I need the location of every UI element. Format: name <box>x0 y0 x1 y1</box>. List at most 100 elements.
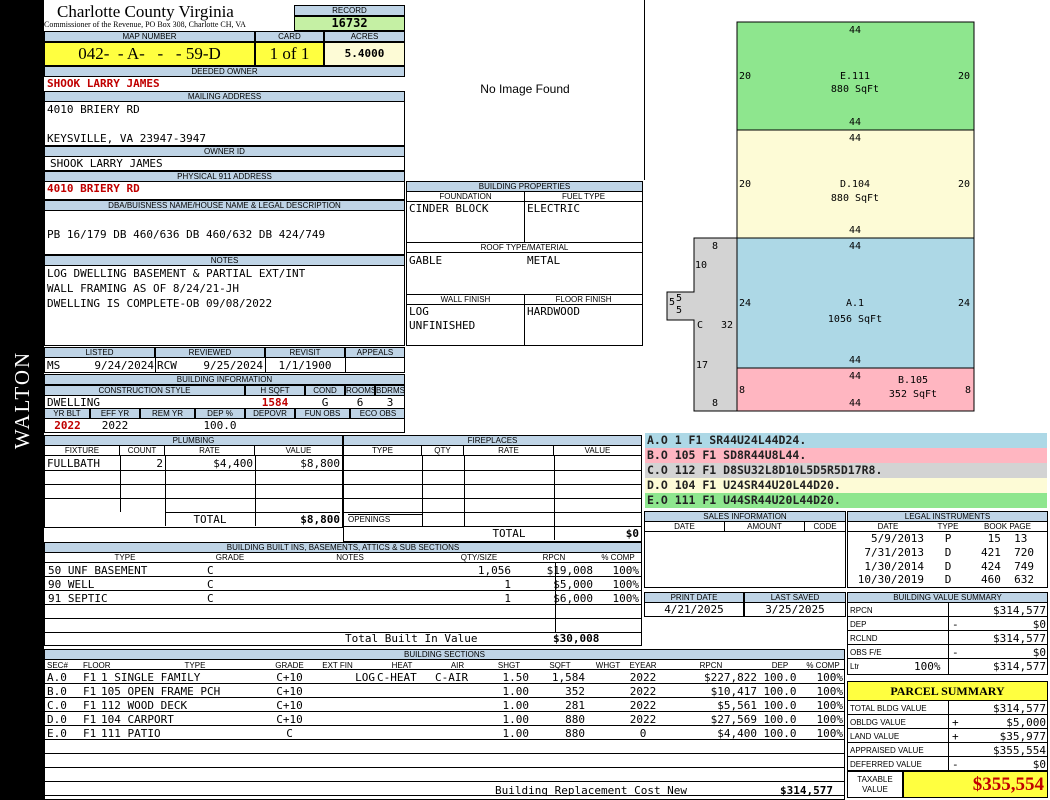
section-cell: 281 <box>565 699 585 712</box>
section-cell: 0 <box>639 727 647 740</box>
section-cell: 1.00 <box>502 699 530 712</box>
sec-col: % COMP <box>806 661 840 670</box>
fp-col: TYPE <box>344 446 422 456</box>
section-row: B.0 F1 105 OPEN FRAME PCH C+10 1.00 352 2022 $1… <box>45 684 844 698</box>
e-sqft: 880 SqFt <box>831 84 879 95</box>
parcel-table: TOTAL BLDG VALUE $314,577 OBLDG VALUE + $5,… <box>847 701 1048 771</box>
bi-comp: 100% <box>612 592 640 605</box>
bi-rpcn: $6,000 <box>553 592 593 605</box>
b-top: 44 <box>849 371 861 382</box>
divider <box>464 456 465 526</box>
section-cell: 1.50 <box>502 671 530 684</box>
bi-qty: 1 <box>504 578 511 591</box>
bi-head: YR BLT <box>45 408 90 419</box>
inst-col: BOOK PAGE <box>968 522 1047 532</box>
fp-col: QTY <box>422 446 464 456</box>
sec-col: SHGT <box>497 661 521 670</box>
mailing-line2: KEYSVILLE, VA 23947-3947 <box>47 132 206 145</box>
county-title: Charlotte County Virginia <box>57 2 234 21</box>
b-bottom: 44 <box>849 398 861 409</box>
section-row: C.0 F1 112 WOOD DECK C+10 1.00 281 2022 $5,561 1… <box>45 698 844 712</box>
fireplaces-header: FIREPLACES <box>343 435 642 446</box>
section-cell: 352 <box>565 685 585 698</box>
bi-comp: 100% <box>612 578 640 591</box>
b-right: 8 <box>965 385 971 396</box>
fp-row-line <box>344 512 641 513</box>
building-info-grid: CONSTRUCTION STYLE H SQFT COND ROOMS BDR… <box>44 385 405 433</box>
bi-qty: 1 <box>504 592 511 605</box>
listed-date: 9/24/2024 <box>94 359 154 372</box>
sec-col: TYPE <box>184 661 206 670</box>
inst-book: 460 632 <box>981 573 1034 586</box>
bi-head: ROOMS <box>345 385 375 396</box>
builtin-row: 50 UNF BASEMENT C 1,056 $19,008 100% <box>45 563 641 577</box>
props-header: BUILDING PROPERTIES <box>406 181 643 192</box>
section-cell: 1.00 <box>502 713 530 726</box>
section-cell: 100% <box>816 685 844 698</box>
section-cell: 100.0 <box>763 699 797 712</box>
owner-id-header: OWNER ID <box>44 146 405 157</box>
bi-col: NOTES <box>255 553 445 563</box>
print-date: 4/21/2025 <box>644 603 744 617</box>
legal-description: PB 16/179 DB 460/636 DB 460/632 DB 424/7… <box>47 228 326 241</box>
section-cell: 2022 <box>629 685 657 698</box>
sections-total: $314,577 <box>780 784 833 797</box>
section-row <box>45 740 844 754</box>
fuel-value: ELECTRIC <box>527 202 580 215</box>
section-cell: 100.0 <box>763 713 797 726</box>
c-label: C <box>697 320 703 331</box>
sales-col: CODE <box>805 522 845 532</box>
section-cell: A.0 <box>47 671 67 684</box>
floor-plan-sketch: 44 44 20 20 E.111 880 SqFt 44 44 20 20 D… <box>666 21 975 412</box>
bi-col: QTY/SIZE <box>445 553 513 563</box>
section-cell: 105 OPEN FRAME PCH <box>101 685 221 698</box>
last-saved-header: LAST SAVED <box>744 592 846 603</box>
fp-row-line <box>344 470 641 471</box>
c-dim: 5 <box>669 297 675 308</box>
sections-table: SEC# FLOOR TYPE GRADE EXT FIN HEAT AIR S… <box>44 660 845 800</box>
year-built: 2022 <box>54 419 81 432</box>
bi-col: TYPE <box>45 553 205 563</box>
sec-col: SQFT <box>549 661 571 670</box>
section-cell: C <box>286 727 293 740</box>
a-bottom: 44 <box>849 355 861 366</box>
owner-header: DEEDED OWNER <box>44 66 405 77</box>
c-dim: 8 <box>712 241 718 252</box>
section-cell: 100% <box>816 671 844 684</box>
listed-code: MS <box>47 359 61 372</box>
divider <box>948 701 949 770</box>
acres-header: ACRES <box>324 31 405 42</box>
c-dim: 10 <box>695 260 707 271</box>
builtins-header: BUILDING BUILT INS, BASEMENTS, ATTICS & … <box>44 542 642 553</box>
plumb-count: 2 <box>156 457 163 470</box>
mailing-header: MAILING ADDRESS <box>44 91 405 102</box>
reviewed-header: REVIEWED <box>155 347 265 358</box>
bi-head: FUN OBS <box>295 408 350 419</box>
fp-total: $0 <box>625 527 639 540</box>
bi-head: EFF YR <box>90 408 140 419</box>
plumb-fixture: FULLBATH <box>47 457 100 470</box>
last-saved: 3/25/2025 <box>744 603 846 617</box>
wall-label: WALL FINISH <box>407 294 525 305</box>
bvs-table: RPCN $314,577 DEP - $0 RCLND $314,577 OBS F/… <box>847 603 1048 675</box>
section-cell: 880 <box>565 713 585 726</box>
sec-col: SEC# <box>47 661 68 670</box>
sketch-legend-a: A.O 1 F1 SR44U24L44D24. <box>645 433 1047 448</box>
fp-row-line <box>344 484 641 485</box>
fp-openings-label: OPENINGS <box>348 514 422 526</box>
side-strip: WALTON <box>0 0 44 800</box>
legal-header: DBA/BUISNESS NAME/HOUSE NAME & LEGAL DES… <box>44 200 405 211</box>
inst-date: 1/30/2014 <box>864 560 924 573</box>
section-cell: $4,400 <box>717 727 757 740</box>
inst-type: P <box>944 532 952 545</box>
appeals-header: APPEALS <box>345 347 405 358</box>
inst-type: D <box>944 573 952 586</box>
sales-col: DATE <box>645 522 725 532</box>
inst-type: D <box>944 546 952 559</box>
section-cell: 100% <box>816 727 844 740</box>
owner-name: SHOOK LARRY JAMES <box>47 77 160 90</box>
no-image-text: No Image Found <box>480 82 570 96</box>
divider <box>155 358 156 373</box>
e-label: E.111 <box>840 71 870 82</box>
section-cell: C-AIR <box>435 671 469 684</box>
